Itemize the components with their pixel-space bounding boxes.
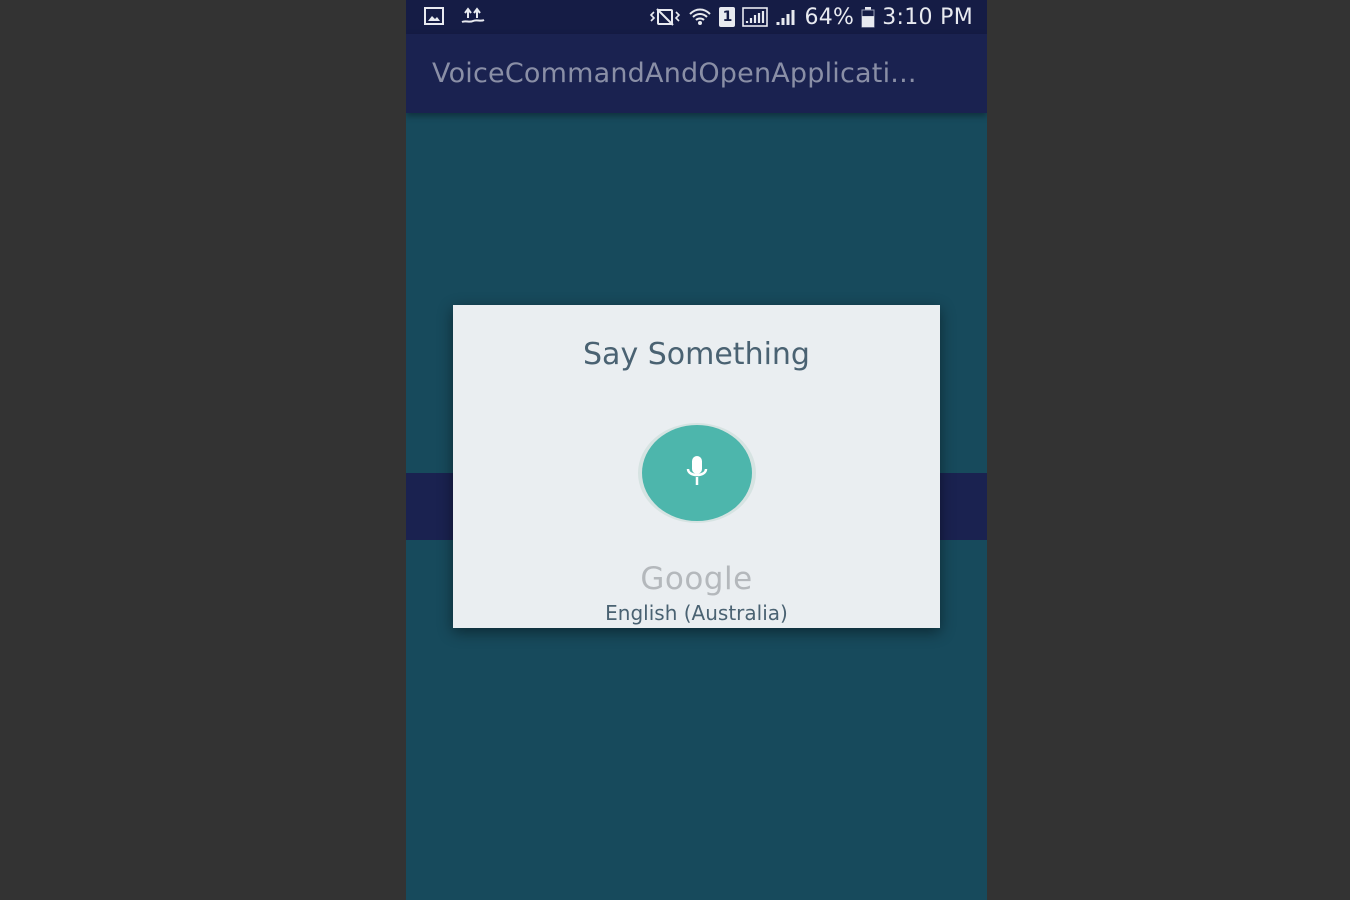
dialog-title: Say Something [583, 337, 810, 372]
signal-icon [775, 6, 797, 28]
gallery-icon [424, 7, 444, 25]
app-bar: VoiceCommandAndOpenApplicati... [406, 34, 987, 113]
microphone-icon [683, 454, 711, 492]
vibrate-icon [649, 7, 681, 27]
voice-input-dialog: Say Something Google English (Australia) [453, 305, 940, 628]
microphone-button[interactable] [642, 425, 752, 521]
status-time: 3:10 PM [882, 4, 973, 30]
app-title: VoiceCommandAndOpenApplicati... [432, 58, 917, 89]
status-bar-notifications [424, 6, 486, 26]
status-bar: 1 64% 3:10 PM [406, 0, 987, 34]
status-bar-system: 1 64% 3:10 PM [649, 3, 973, 31]
battery-percent: 64% [804, 4, 855, 30]
sim-icon: 1 [719, 7, 736, 27]
language-selector[interactable]: English (Australia) [453, 601, 940, 625]
google-logo: Google [640, 561, 753, 597]
usb-upload-icon [460, 6, 486, 26]
wifi-icon [688, 6, 712, 28]
signal-icon [742, 6, 769, 28]
battery-icon [861, 6, 875, 28]
